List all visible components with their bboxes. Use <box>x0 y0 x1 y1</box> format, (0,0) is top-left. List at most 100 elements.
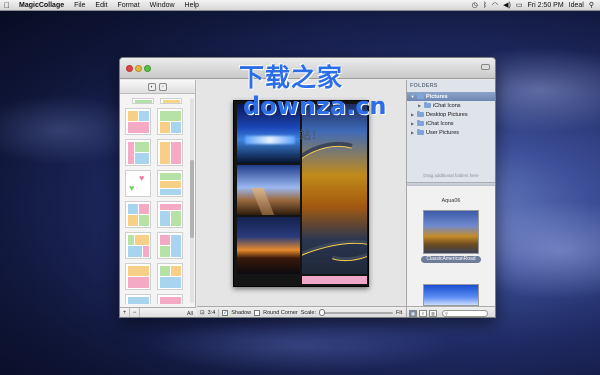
template-tile[interactable] <box>157 263 183 290</box>
time-machine-icon[interactable]: ◷ <box>472 1 478 9</box>
folder-icon <box>417 129 424 135</box>
folders-header: FOLDERS <box>410 83 438 89</box>
add-template-button[interactable]: + <box>120 308 130 317</box>
template-tile[interactable] <box>125 294 151 304</box>
template-tile[interactable] <box>132 98 154 104</box>
folder-icon <box>417 120 424 126</box>
minimize-window-button[interactable] <box>135 65 142 72</box>
list-view-button[interactable]: ≡ <box>419 309 427 317</box>
template-view-icon[interactable]: ◐ <box>148 82 156 91</box>
template-tile[interactable] <box>125 232 151 259</box>
photo-browser-panel: FOLDERS ▼ Pictures ▶ iChat Icons ▶ Deskt… <box>406 80 495 317</box>
watermark-title: 下载之家 <box>239 63 344 92</box>
folder-label: User Pictures <box>426 129 460 136</box>
template-tile[interactable] <box>157 232 183 259</box>
scale-slider[interactable] <box>319 309 393 316</box>
template-tile[interactable] <box>160 98 182 104</box>
remove-template-button[interactable]: − <box>130 308 140 317</box>
volume-icon[interactable]: ◀) <box>503 1 511 9</box>
photo-thumbnail-browser[interactable]: Aqua06 ClassicAmericanRoad <box>407 186 495 306</box>
toolbar-separator <box>218 308 220 317</box>
folder-icon <box>417 93 424 99</box>
template-tile[interactable] <box>125 201 151 228</box>
menu-app-name[interactable]: MagicCollage <box>14 0 69 11</box>
user-name[interactable]: Ideal <box>569 2 584 9</box>
template-tile[interactable] <box>157 170 183 197</box>
filter-all-label[interactable]: All <box>187 311 196 317</box>
scale-slider-knob[interactable] <box>319 309 325 316</box>
template-scrollbar-thumb[interactable] <box>190 160 194 238</box>
watermark-domain: downza.cn <box>243 92 387 120</box>
photo-set-name: Aqua06 <box>441 198 461 204</box>
folder-label: iChat Icons <box>426 120 454 127</box>
bluetooth-icon[interactable]: ᛒ <box>483 2 487 9</box>
aspect-ratio-value[interactable]: 3:4 <box>208 310 216 316</box>
photo-thumbnail[interactable] <box>423 210 479 254</box>
clock-text[interactable]: Fri 2:50 PM <box>527 2 563 9</box>
disclosure-closed-icon[interactable]: ▶ <box>417 103 422 108</box>
template-tile[interactable]: ♥ ♥ <box>125 170 151 197</box>
folder-row-pictures[interactable]: ▼ Pictures <box>407 92 495 101</box>
folder-row-desktop-pictures[interactable]: ▶ Desktop Pictures <box>407 110 495 119</box>
round-corner-label: Round Corner <box>263 310 298 316</box>
template-tile[interactable] <box>125 263 151 290</box>
folder-row-user-pictures[interactable]: ▶ User Pictures <box>407 128 495 137</box>
disclosure-closed-icon[interactable]: ▶ <box>410 112 415 117</box>
photo-slot-sunset[interactable] <box>237 217 300 274</box>
aspect-lock-icon[interactable]: ⊡ <box>200 310 205 316</box>
round-corner-checkbox[interactable] <box>254 310 261 316</box>
template-panel: ◐ ▫ ♥ ♥ + − All <box>120 80 196 317</box>
photo-slot-empty[interactable] <box>302 276 367 284</box>
template-panel-header: ◐ ▫ <box>120 80 195 94</box>
template-list[interactable]: ♥ ♥ <box>124 98 188 304</box>
template-tile[interactable] <box>125 108 151 135</box>
battery-icon[interactable]: ▭ <box>516 1 523 9</box>
scale-label: Scale: <box>300 310 316 316</box>
photo-thumbnail[interactable] <box>423 284 479 306</box>
template-tile[interactable] <box>157 139 183 166</box>
folder-label: iChat Icons <box>433 102 461 109</box>
menu-window[interactable]: Window <box>145 0 180 11</box>
folder-label: Desktop Pictures <box>426 111 468 118</box>
fit-label: Fit <box>396 310 403 316</box>
folder-label: Pictures <box>426 93 448 100</box>
wifi-icon[interactable]: ◠ <box>492 1 498 9</box>
disclosure-open-icon[interactable]: ▼ <box>410 94 415 99</box>
template-tile[interactable] <box>125 139 151 166</box>
template-lock-icon[interactable]: ▫ <box>159 82 167 91</box>
menu-help[interactable]: Help <box>180 0 204 11</box>
photo-slot-dock[interactable] <box>237 165 300 215</box>
canvas-toolbar: ⊡ 3:4 ✓ Shadow Round Corner Scale: Fit <box>197 306 406 317</box>
photo-browser-footer: ▦ ≡ ▥ ⚲ <box>407 306 495 317</box>
template-panel-footer: + − All <box>120 307 196 317</box>
template-scrollbar[interactable] <box>190 98 194 303</box>
toolbar-toggle-button[interactable] <box>481 64 490 70</box>
close-window-button[interactable] <box>126 65 133 72</box>
disclosure-closed-icon[interactable]: ▶ <box>410 121 415 126</box>
spotlight-icon[interactable]: ⚲ <box>589 1 594 9</box>
watermark-tag: 站！ <box>299 128 324 142</box>
apple-menu-icon[interactable]:  <box>0 1 14 10</box>
folder-row-ichat-icons[interactable]: ▶ iChat Icons <box>407 119 495 128</box>
menu-bar:  MagicCollage File Edit Format Window H… <box>0 0 600 11</box>
grid-view-button[interactable]: ▦ <box>409 309 417 317</box>
disclosure-closed-icon[interactable]: ▶ <box>410 130 415 135</box>
template-tile[interactable] <box>157 201 183 228</box>
drag-folders-hint: Drag additional folders here <box>423 173 479 178</box>
menu-extras: ◷ ᛒ ◠ ◀) ▭ Fri 2:50 PM Ideal ⚲ <box>472 1 600 10</box>
template-tile[interactable] <box>157 294 183 304</box>
menu-format[interactable]: Format <box>112 0 144 11</box>
template-tile[interactable] <box>157 108 183 135</box>
zoom-window-button[interactable] <box>144 65 151 72</box>
menu-edit[interactable]: Edit <box>90 0 112 11</box>
shadow-checkbox[interactable]: ✓ <box>222 310 229 316</box>
photo-thumbnail-caption[interactable]: ClassicAmericanRoad <box>421 256 481 263</box>
folder-icon <box>424 102 431 108</box>
photo-search-input[interactable]: ⚲ <box>442 309 488 317</box>
column-view-button[interactable]: ▥ <box>429 309 437 317</box>
folder-tree: ▼ Pictures ▶ iChat Icons ▶ Desktop Pictu… <box>407 92 495 137</box>
folder-row-ichat-icons-sub[interactable]: ▶ iChat Icons <box>407 101 495 110</box>
folder-icon <box>417 111 424 117</box>
shadow-label: Shadow <box>231 310 252 316</box>
menu-file[interactable]: File <box>69 0 90 11</box>
